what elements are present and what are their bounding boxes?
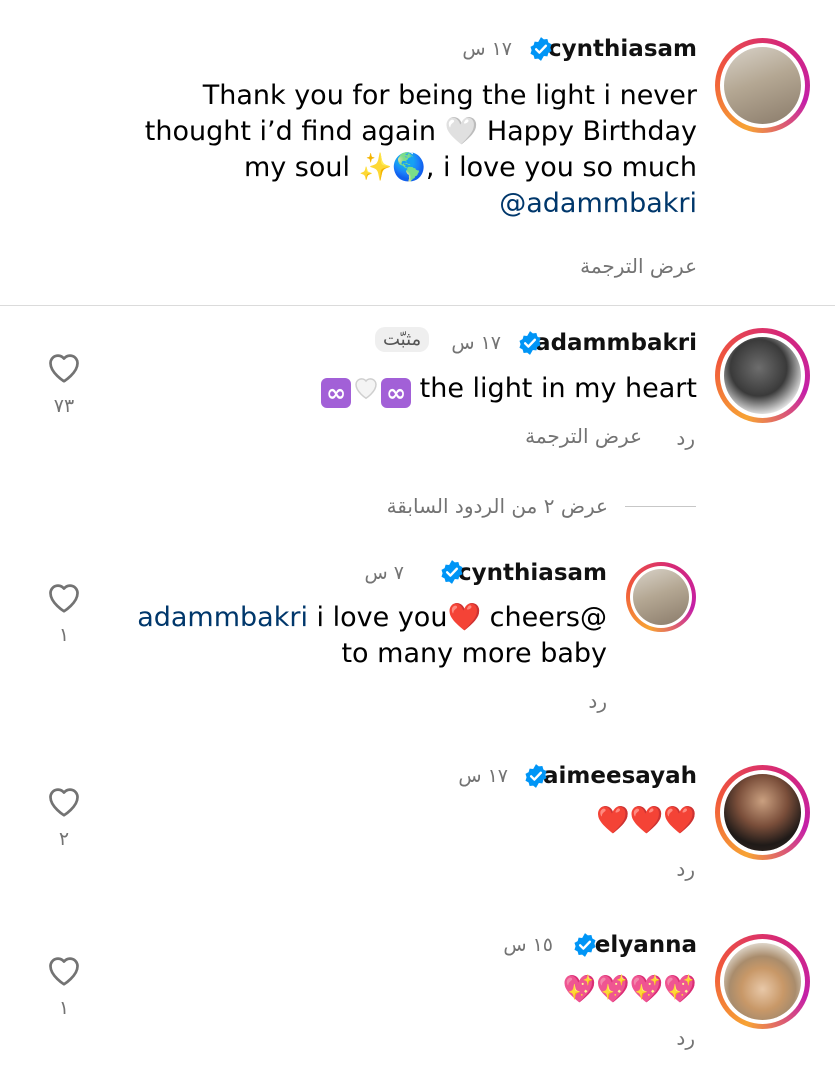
username[interactable]: aimeesayah (543, 763, 697, 789)
divider (0, 305, 835, 306)
comment-text: ∞ ∞ the light in my heart (137, 371, 697, 408)
avatar-photo (724, 47, 801, 124)
reply-button[interactable]: رد (676, 857, 695, 881)
infinity-icon: ∞ (381, 378, 412, 408)
comment-time: ١٥ س (503, 934, 553, 956)
username[interactable]: cynthiasam (548, 36, 697, 62)
avatar-photo (633, 569, 689, 625)
like-count: ٢ (58, 828, 70, 850)
reply-button[interactable]: رد (676, 426, 695, 450)
mention-link[interactable]: @adammbakri (97, 186, 697, 222)
view-replies-label[interactable]: عرض ٢ من الردود السابقة (387, 494, 608, 518)
like-heart-icon[interactable] (46, 580, 82, 614)
mention-link[interactable]: adammbakri (137, 602, 308, 633)
see-translation-button[interactable]: عرض الترجمة (525, 424, 642, 448)
like-count: ١ (58, 997, 70, 1019)
verified-badge-icon (519, 331, 541, 355)
like-count: ١ (58, 624, 70, 646)
infinity-icon: ∞ (321, 378, 352, 408)
username[interactable]: cynthiasam (458, 560, 607, 586)
like-heart-icon[interactable] (46, 350, 82, 384)
replies-line (625, 506, 696, 507)
comment-text: 💖💖💖💖 (562, 974, 697, 1005)
pinned-badge: مثبّت (375, 327, 430, 352)
reply-button[interactable]: رد (676, 1026, 695, 1050)
verified-badge-icon (441, 560, 463, 584)
comment-text: ❤️❤️❤️ (596, 805, 697, 836)
avatar-photo (724, 774, 801, 851)
verified-badge-icon (530, 37, 552, 61)
like-count: ٧٣ (53, 395, 75, 417)
username[interactable]: elyanna (595, 932, 697, 958)
comment-time: ١٧ س (458, 765, 508, 787)
verified-badge-icon (574, 933, 596, 957)
comment-text: adammbakri i love you❤️ cheers@ to many … (137, 602, 607, 669)
avatar-photo (724, 943, 801, 1020)
like-heart-icon[interactable] (46, 953, 82, 987)
comment-time: ٧ س (364, 562, 404, 584)
reply-button[interactable]: رد (588, 689, 607, 713)
like-heart-icon[interactable] (46, 784, 82, 818)
comment-text: Thank you for being the light i never th… (97, 78, 697, 222)
comment-time: ١٧ س (462, 38, 512, 60)
see-translation-button[interactable]: عرض الترجمة (580, 254, 697, 278)
verified-badge-icon (525, 764, 547, 788)
comment-time: ١٧ س (451, 332, 501, 354)
avatar-photo (724, 337, 801, 414)
white-heart-icon (355, 378, 377, 400)
username[interactable]: adammbakri (535, 330, 697, 356)
